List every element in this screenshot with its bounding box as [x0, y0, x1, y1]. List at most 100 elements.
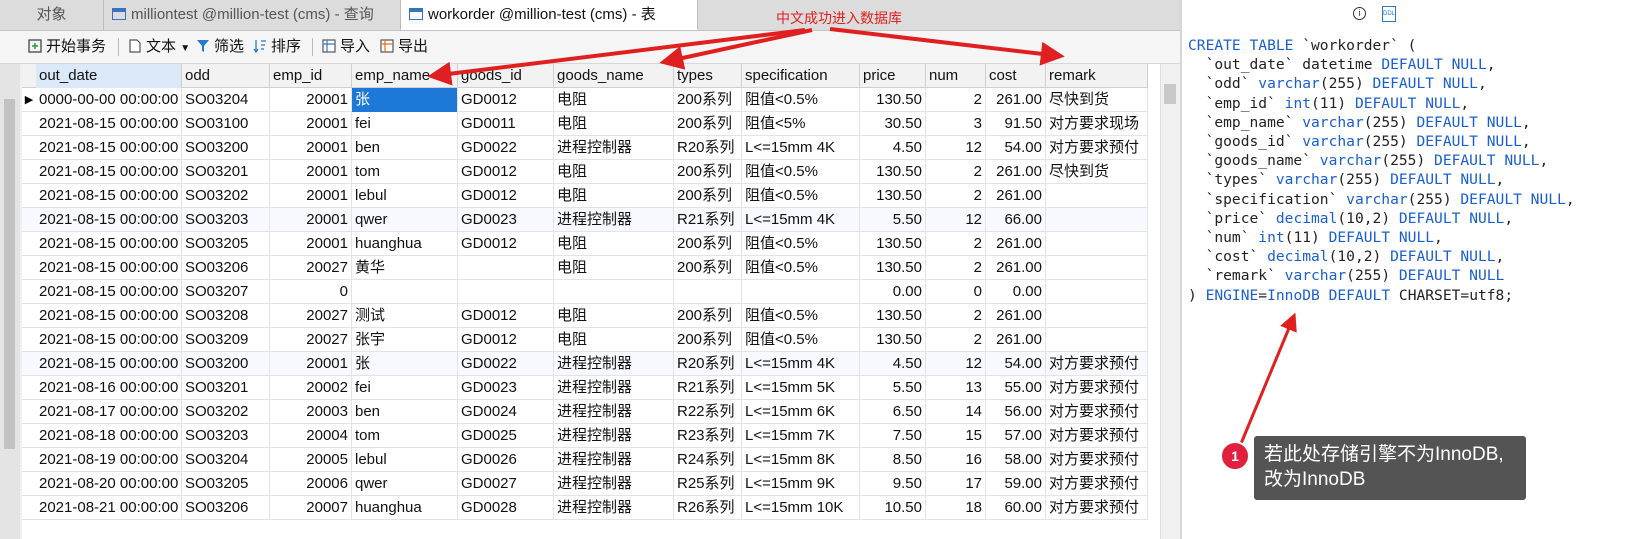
- table-cell[interactable]: [1046, 328, 1148, 352]
- table-cell[interactable]: 130.50: [860, 256, 926, 280]
- table-cell[interactable]: R21系列: [674, 208, 742, 232]
- table-cell[interactable]: qwer: [352, 472, 458, 496]
- table-cell[interactable]: 进程控制器: [554, 424, 674, 448]
- table-cell[interactable]: 57.00: [986, 424, 1046, 448]
- table-row[interactable]: 2021-08-16 00:00:00 SO03201 20002 fei GD0023…: [22, 376, 1148, 400]
- table-cell[interactable]: ben: [352, 136, 458, 160]
- table-cell[interactable]: lebul: [352, 184, 458, 208]
- tab-table[interactable]: workorder @million-test (cms) - 表: [401, 0, 698, 30]
- table-cell[interactable]: 测试: [352, 304, 458, 328]
- vertical-scrollbar[interactable]: [1160, 64, 1179, 539]
- table-cell[interactable]: fei: [352, 112, 458, 136]
- table-cell[interactable]: 0: [926, 280, 986, 304]
- column-header-types[interactable]: types: [674, 64, 742, 88]
- table-cell[interactable]: 30.50: [860, 112, 926, 136]
- table-cell[interactable]: 200系列: [674, 160, 742, 184]
- column-header-out-date[interactable]: out_date: [36, 64, 182, 88]
- table-cell[interactable]: 17: [926, 472, 986, 496]
- table-cell[interactable]: 电阻: [554, 328, 674, 352]
- table-cell[interactable]: 2: [926, 88, 986, 112]
- table-cell[interactable]: 电阻: [554, 232, 674, 256]
- table-cell[interactable]: 200系列: [674, 256, 742, 280]
- table-cell[interactable]: [1046, 184, 1148, 208]
- table-cell[interactable]: tom: [352, 424, 458, 448]
- table-cell[interactable]: 130.50: [860, 328, 926, 352]
- table-cell[interactable]: [674, 280, 742, 304]
- table-cell[interactable]: 2: [926, 304, 986, 328]
- table-cell[interactable]: L<=15mm 8K: [742, 448, 860, 472]
- column-header-goods-id[interactable]: goods_id: [458, 64, 554, 88]
- table-cell[interactable]: GD0022: [458, 352, 554, 376]
- table-cell[interactable]: SO03201: [182, 160, 270, 184]
- table-cell[interactable]: R24系列: [674, 448, 742, 472]
- table-cell[interactable]: 2: [926, 256, 986, 280]
- table-cell[interactable]: 20007: [270, 496, 352, 520]
- table-cell[interactable]: 12: [926, 136, 986, 160]
- table-cell[interactable]: 进程控制器: [554, 448, 674, 472]
- column-header-price[interactable]: price: [860, 64, 926, 88]
- table-cell[interactable]: 对方要求预付: [1046, 496, 1148, 520]
- table-cell[interactable]: L<=15mm 4K: [742, 208, 860, 232]
- table-cell[interactable]: 电阻: [554, 304, 674, 328]
- table-cell[interactable]: SO03208: [182, 304, 270, 328]
- tab-objects[interactable]: 对象: [0, 0, 104, 30]
- table-cell[interactable]: 6.50: [860, 400, 926, 424]
- table-cell[interactable]: SO03202: [182, 184, 270, 208]
- table-cell[interactable]: 进程控制器: [554, 496, 674, 520]
- scroll-thumb[interactable]: [1164, 84, 1176, 104]
- table-cell[interactable]: 0000-00-00 00:00:00: [36, 88, 182, 112]
- table-row[interactable]: 2021-08-15 00:00:00 SO03200 20001 张 GD0022 进程…: [22, 352, 1148, 376]
- table-cell[interactable]: 15: [926, 424, 986, 448]
- table-cell[interactable]: R22系列: [674, 400, 742, 424]
- table-cell[interactable]: 对方要求预付: [1046, 472, 1148, 496]
- table-cell[interactable]: 12: [926, 352, 986, 376]
- table-cell[interactable]: GD0011: [458, 112, 554, 136]
- table-cell[interactable]: SO03209: [182, 328, 270, 352]
- table-cell[interactable]: 200系列: [674, 88, 742, 112]
- table-cell[interactable]: 2021-08-15 00:00:00: [36, 280, 182, 304]
- table-cell[interactable]: SO03202: [182, 400, 270, 424]
- table-cell[interactable]: 20001: [270, 184, 352, 208]
- filter-button[interactable]: 筛选: [196, 36, 244, 58]
- table-cell[interactable]: GD0012: [458, 232, 554, 256]
- table-cell[interactable]: 电阻: [554, 160, 674, 184]
- table-cell[interactable]: SO03200: [182, 136, 270, 160]
- table-cell[interactable]: 20001: [270, 88, 352, 112]
- table-cell[interactable]: 130.50: [860, 304, 926, 328]
- table-cell[interactable]: 尽快到货: [1046, 88, 1148, 112]
- table-cell[interactable]: 电阻: [554, 88, 674, 112]
- table-row[interactable]: 2021-08-15 00:00:00 SO03206 20027 黄华 电阻 200系列…: [22, 256, 1148, 280]
- table-cell[interactable]: GD0022: [458, 136, 554, 160]
- table-cell[interactable]: 54.00: [986, 136, 1046, 160]
- table-cell[interactable]: SO03203: [182, 424, 270, 448]
- table-cell[interactable]: [1046, 208, 1148, 232]
- table-cell[interactable]: [742, 280, 860, 304]
- table-cell[interactable]: 进程控制器: [554, 352, 674, 376]
- table-cell[interactable]: 2021-08-15 00:00:00: [36, 352, 182, 376]
- table-cell[interactable]: 261.00: [986, 304, 1046, 328]
- table-cell[interactable]: 261.00: [986, 328, 1046, 352]
- table-cell[interactable]: SO03200: [182, 352, 270, 376]
- table-cell[interactable]: GD0012: [458, 88, 554, 112]
- table-cell[interactable]: L<=15mm 4K: [742, 352, 860, 376]
- table-cell[interactable]: R20系列: [674, 352, 742, 376]
- table-cell[interactable]: qwer: [352, 208, 458, 232]
- table-row[interactable]: 2021-08-15 00:00:00 SO03203 20001 qwer GD002…: [22, 208, 1148, 232]
- table-cell[interactable]: 2: [926, 160, 986, 184]
- column-header-goods-name[interactable]: goods_name: [554, 64, 674, 88]
- table-cell[interactable]: 0: [270, 280, 352, 304]
- table-row[interactable]: 2021-08-15 00:00:00 SO03202 20001 lebul GD00…: [22, 184, 1148, 208]
- table-cell[interactable]: SO03206: [182, 256, 270, 280]
- table-cell[interactable]: 261.00: [986, 256, 1046, 280]
- table-cell[interactable]: 8.50: [860, 448, 926, 472]
- table-cell[interactable]: 16: [926, 448, 986, 472]
- table-row[interactable]: 2021-08-15 00:00:00 SO03200 20001 ben GD0022…: [22, 136, 1148, 160]
- table-cell[interactable]: 阻值<0.5%: [742, 304, 860, 328]
- table-cell[interactable]: L<=15mm 9K: [742, 472, 860, 496]
- table-cell[interactable]: SO03205: [182, 472, 270, 496]
- sort-button[interactable]: 排序: [253, 36, 301, 58]
- table-cell[interactable]: 对方要求预付: [1046, 424, 1148, 448]
- table-cell[interactable]: GD0028: [458, 496, 554, 520]
- table-cell[interactable]: GD0027: [458, 472, 554, 496]
- table-cell[interactable]: 尽快到货: [1046, 160, 1148, 184]
